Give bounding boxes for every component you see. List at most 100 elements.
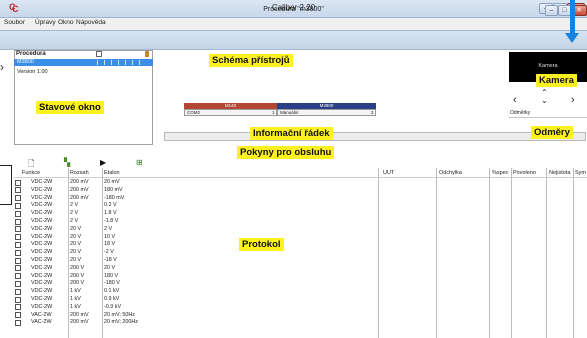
row-checkbox[interactable] xyxy=(15,202,21,209)
menu-okno[interactable]: Okno xyxy=(58,19,74,26)
column-header-nejistota[interactable]: Nejistota xyxy=(549,170,570,176)
cell-rozsah: 200 V xyxy=(70,272,85,279)
cell-rozsah: 200 V xyxy=(70,264,85,271)
cell-funkce: VDC-2W xyxy=(31,194,53,201)
row-checkbox[interactable] xyxy=(15,249,21,256)
protocol-table xyxy=(14,168,587,338)
camera-left-icon[interactable]: ‹ xyxy=(513,94,517,106)
menu-upravy[interactable]: Úpravy xyxy=(35,19,56,26)
odmerky-divider xyxy=(509,117,587,118)
column-divider xyxy=(573,168,574,338)
callout-protocol: Protokol xyxy=(239,238,284,251)
cell-funkce: VAC-2W xyxy=(31,319,52,326)
column-header-etalon[interactable]: Etalon xyxy=(104,170,120,176)
cell-funkce: VDC-2W xyxy=(31,264,53,271)
cell-etalon: 20 mV; 200Hz xyxy=(104,319,138,326)
cell-rozsah: 1 kV xyxy=(70,288,81,295)
cell-etalon: 180 V xyxy=(104,272,119,279)
cell-etalon: 20 V xyxy=(104,264,116,271)
callout-info-line: Informační řádek xyxy=(250,127,333,140)
row-checkbox[interactable] xyxy=(15,210,21,217)
column-header-funkce[interactable]: Funkce xyxy=(22,170,40,176)
row-checkbox[interactable] xyxy=(15,288,21,295)
cell-rozsah: 20 V xyxy=(70,225,82,232)
cell-rozsah: 2 V xyxy=(70,218,79,224)
callout-instructions: Pokyny pro obsluhu xyxy=(237,146,335,159)
row-checkbox[interactable] xyxy=(15,234,21,241)
row-checkbox[interactable] xyxy=(15,187,21,194)
tree-icon[interactable]: ▚ xyxy=(64,158,70,167)
cell-funkce: VDC-2W xyxy=(31,303,53,310)
row-checkbox[interactable] xyxy=(15,241,21,248)
row-checkbox[interactable] xyxy=(15,195,21,202)
cell-funkce: VDC-2W xyxy=(31,272,53,279)
cell-funkce: VDC-2W xyxy=(31,233,53,240)
menu-soubor[interactable]: Soubor xyxy=(4,19,25,26)
cell-funkce: VDC-2W xyxy=(31,210,53,217)
column-divider xyxy=(436,168,437,338)
cell-etalon: 20 mV; 50Hz xyxy=(104,311,135,318)
row-checkbox[interactable] xyxy=(15,304,21,311)
cell-rozsah: 200 mV xyxy=(70,311,89,318)
cell-rozsah: 2 V xyxy=(70,210,79,217)
cell-funkce: VDC-2W xyxy=(31,296,53,302)
screen: C Caliber 2.20 – □ ✕ Soubor Úpravy Okno … xyxy=(0,0,587,338)
cell-etalon: 1.8 V xyxy=(104,210,117,217)
odmerky-label: Odměrky xyxy=(510,110,531,116)
cell-funkce: VDC-2W xyxy=(31,280,53,287)
export-icon[interactable]: ⊞ xyxy=(136,158,143,167)
progress-segment xyxy=(118,60,119,65)
column-header-uut[interactable]: UUT xyxy=(383,170,394,176)
cell-etalon: -180 V xyxy=(104,280,120,287)
cell-rozsah: 200 mV xyxy=(70,179,89,185)
chevron-right-icon: › xyxy=(0,60,4,74)
menu-napoveda[interactable]: Nápověda xyxy=(76,19,106,26)
row-checkbox[interactable] xyxy=(15,280,21,287)
camera-down-icon[interactable]: ⌄ xyxy=(541,96,548,105)
row-checkbox[interactable] xyxy=(15,296,21,303)
procedure-window-title: Procedura "m3800" xyxy=(263,6,324,13)
header-divider xyxy=(14,177,587,178)
column-header-spec[interactable]: %spec xyxy=(492,170,509,176)
column-header-povoleno[interactable]: Povoleno xyxy=(513,170,536,176)
procedure-minimize-button[interactable]: – xyxy=(545,5,558,16)
column-divider xyxy=(546,168,547,338)
cell-etalon: 0.2 V xyxy=(104,202,117,209)
play-icon[interactable]: ▶ xyxy=(100,158,106,167)
row-checkbox[interactable] xyxy=(15,226,21,233)
column-divider xyxy=(102,168,103,338)
cell-etalon: 20 mV xyxy=(104,179,120,185)
row-checkbox[interactable] xyxy=(15,257,21,264)
progress-segment xyxy=(132,60,133,65)
cell-funkce: VDC-2W xyxy=(31,186,53,193)
device-m3800-port: Manuální xyxy=(277,109,376,116)
cell-etalon: -18 V xyxy=(104,257,117,263)
procedure-window-title-bar xyxy=(0,30,587,50)
procedure-checkbox[interactable] xyxy=(96,51,102,57)
row-checkbox[interactable] xyxy=(15,273,21,280)
cell-rozsah: 200 mV xyxy=(70,186,89,193)
row-checkbox[interactable] xyxy=(15,218,21,225)
camera-view-label: Kamera xyxy=(538,63,558,69)
cell-etalon: -0.9 kV xyxy=(104,303,122,310)
camera-right-icon[interactable]: › xyxy=(571,94,575,106)
column-header-sym[interactable]: Sym xyxy=(575,170,586,176)
cell-funkce: VDC-2W xyxy=(31,179,53,185)
row-checkbox[interactable] xyxy=(15,179,21,186)
column-divider xyxy=(378,168,379,338)
column-header-odchylka[interactable]: Odchylka xyxy=(439,170,462,176)
cell-rozsah: 200 V xyxy=(70,280,85,287)
row-checkbox[interactable] xyxy=(15,319,21,326)
cell-rozsah: 1 kV xyxy=(70,303,81,310)
cell-etalon: 180 mV xyxy=(104,186,123,193)
progress-segment xyxy=(111,60,112,65)
cell-etalon: 2 V xyxy=(104,225,113,232)
cell-funkce: VAC-2W xyxy=(31,311,52,318)
column-header-rozsah[interactable]: Rozsah xyxy=(70,170,89,176)
progress-segment xyxy=(125,60,126,65)
cell-funkce: VDC-2W xyxy=(31,202,53,209)
bracket-marker xyxy=(0,165,12,205)
row-checkbox[interactable] xyxy=(15,265,21,272)
procedure-marker-icon xyxy=(145,51,149,57)
row-checkbox[interactable] xyxy=(15,312,21,319)
